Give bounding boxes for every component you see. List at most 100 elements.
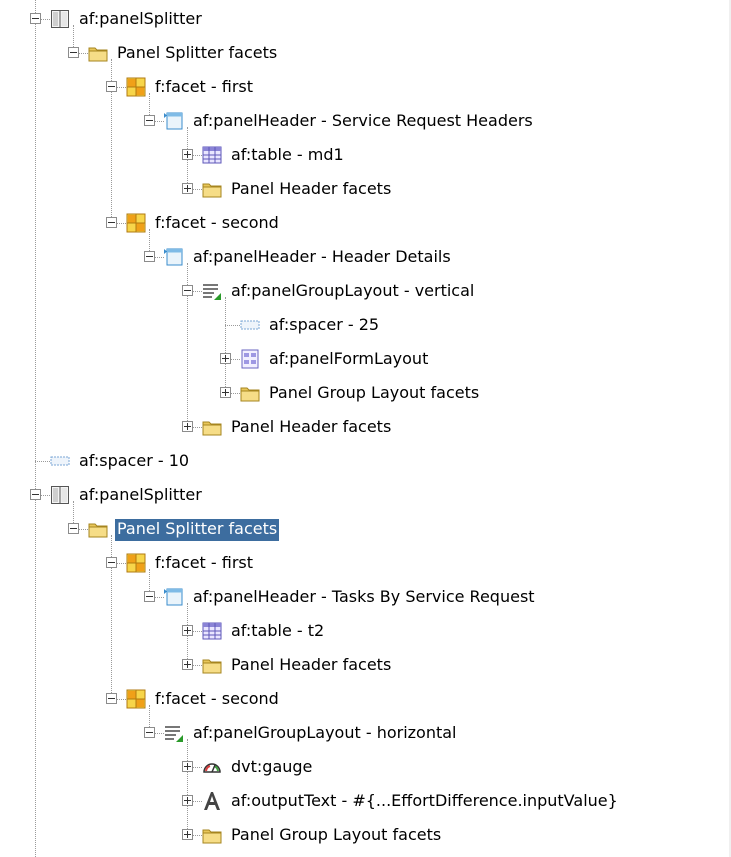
panel-splitter-icon	[50, 9, 70, 29]
collapse-toggle[interactable]	[144, 251, 155, 262]
tree-node-label: Panel Group Layout facets	[269, 383, 480, 402]
tree-node[interactable]: af:panelGroupLayout - vertical	[0, 275, 731, 309]
tree-node[interactable]: Panel Header facets	[0, 411, 731, 445]
panel-header-icon	[164, 111, 184, 131]
tree-node-label: Panel Header facets	[231, 179, 392, 198]
gauge-icon	[202, 757, 222, 777]
tree-node[interactable]: f:facet - first	[0, 547, 731, 581]
collapse-toggle[interactable]	[106, 693, 117, 704]
expand-toggle[interactable]	[182, 761, 193, 772]
tree-connector	[231, 393, 240, 394]
tree-connector	[193, 665, 202, 666]
tree-node[interactable]: Panel Group Layout facets	[0, 377, 731, 411]
tree-connector	[231, 359, 240, 360]
tree-node[interactable]: f:facet - first	[0, 71, 731, 105]
tree-node[interactable]: af:outputText - #{...EffortDifference.in…	[0, 785, 731, 819]
tree-node-label: Panel Group Layout facets	[231, 825, 442, 844]
collapse-toggle[interactable]	[144, 591, 155, 602]
tree-node-label: af:spacer - 10	[79, 451, 190, 470]
tree-node[interactable]: Panel Header facets	[0, 649, 731, 683]
tree-node-label: Panel Header facets	[231, 655, 392, 674]
tree-node-label: Panel Splitter facets	[115, 519, 280, 541]
structure-tree: af:panelSplitter Panel Splitter facets f:f…	[0, 0, 731, 857]
tree-node[interactable]: af:table - t2	[0, 615, 731, 649]
tree-node[interactable]: f:facet - second	[0, 683, 731, 717]
expand-toggle[interactable]	[182, 149, 193, 160]
output-text-icon	[202, 791, 222, 811]
tree-connector	[193, 835, 202, 836]
expand-toggle[interactable]	[182, 659, 193, 670]
tree-connector	[79, 529, 88, 530]
folder-icon	[240, 383, 260, 403]
tree-node[interactable]: Panel Header facets	[0, 173, 731, 207]
tree-node-label: af:panelSplitter	[79, 485, 202, 504]
tree-connector	[117, 223, 126, 224]
tree-connector	[193, 801, 202, 802]
tree-node[interactable]: Panel Splitter facets	[0, 37, 731, 71]
tree-node[interactable]: f:facet - second	[0, 207, 731, 241]
collapse-toggle[interactable]	[68, 47, 79, 58]
panel-group-layout-icon	[164, 723, 184, 743]
facet-icon	[126, 553, 146, 573]
collapse-toggle[interactable]	[30, 13, 41, 24]
tree-node-label: f:facet - first	[155, 553, 254, 572]
collapse-toggle[interactable]	[68, 523, 79, 534]
tree-connector	[225, 325, 240, 326]
expand-toggle[interactable]	[220, 387, 231, 398]
tree-connector	[117, 563, 126, 564]
tree-connector	[117, 699, 126, 700]
tree-node-label: f:facet - second	[155, 213, 279, 232]
tree-connector	[193, 427, 202, 428]
collapse-toggle[interactable]	[106, 557, 117, 568]
table-icon	[202, 145, 222, 165]
collapse-toggle[interactable]	[144, 115, 155, 126]
expand-toggle[interactable]	[182, 421, 193, 432]
panel-group-layout-icon	[202, 281, 222, 301]
tree-node[interactable]: dvt:gauge	[0, 751, 731, 785]
tree-node[interactable]: af:table - md1	[0, 139, 731, 173]
expand-toggle[interactable]	[182, 829, 193, 840]
folder-icon	[202, 825, 222, 845]
tree-node-label: f:facet - second	[155, 689, 279, 708]
facet-icon	[126, 77, 146, 97]
tree-node[interactable]: af:panelGroupLayout - horizontal	[0, 717, 731, 751]
expand-toggle[interactable]	[220, 353, 231, 364]
tree-connector	[35, 461, 50, 462]
spacer-icon	[50, 451, 70, 471]
tree-node[interactable]: af:panelHeader - Header Details	[0, 241, 731, 275]
panel-form-layout-icon	[240, 349, 260, 369]
tree-connector	[155, 121, 164, 122]
tree-node-label: af:panelGroupLayout - horizontal	[193, 723, 457, 742]
tree-connector	[193, 291, 202, 292]
expand-toggle[interactable]	[182, 183, 193, 194]
collapse-toggle[interactable]	[106, 217, 117, 228]
collapse-toggle[interactable]	[30, 489, 41, 500]
tree-node-label: af:panelHeader - Tasks By Service Reques…	[193, 587, 535, 606]
tree-node-label: af:panelFormLayout	[269, 349, 429, 368]
tree-node[interactable]: af:panelSplitter	[0, 3, 731, 37]
tree-node[interactable]: af:spacer - 25	[0, 309, 731, 343]
tree-node[interactable]: af:panelHeader - Tasks By Service Reques…	[0, 581, 731, 615]
tree-connector	[79, 53, 88, 54]
collapse-toggle[interactable]	[106, 81, 117, 92]
tree-connector	[193, 155, 202, 156]
facet-icon	[126, 689, 146, 709]
expand-toggle[interactable]	[182, 795, 193, 806]
tree-node-label: af:spacer - 25	[269, 315, 380, 334]
tree-connector	[155, 597, 164, 598]
expand-toggle[interactable]	[182, 625, 193, 636]
tree-connector	[41, 19, 50, 20]
folder-icon	[202, 417, 222, 437]
collapse-toggle[interactable]	[182, 285, 193, 296]
tree-node[interactable]: af:spacer - 10	[0, 445, 731, 479]
tree-node-label: Panel Splitter facets	[117, 43, 278, 62]
tree-connector	[193, 631, 202, 632]
tree-node[interactable]: af:panelFormLayout	[0, 343, 731, 377]
tree-node[interactable]: Panel Group Layout facets	[0, 819, 731, 853]
tree-node[interactable]: Panel Splitter facets	[0, 513, 731, 547]
tree-node[interactable]: af:panelHeader - Service Request Headers	[0, 105, 731, 139]
tree-node-label: af:table - md1	[231, 145, 344, 164]
tree-node[interactable]: af:panelSplitter	[0, 479, 731, 513]
collapse-toggle[interactable]	[144, 727, 155, 738]
tree-node-label: Panel Header facets	[231, 417, 392, 436]
